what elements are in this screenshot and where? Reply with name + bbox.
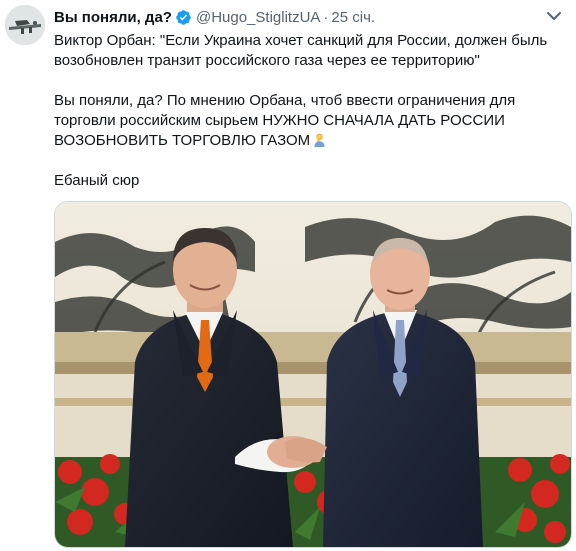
verified-badge-icon [176,9,191,25]
person-facepalming-emoji [314,133,325,147]
tweet-header: Вы поняли, да? @Hugo_StiglitzUA · 25 січ… [54,7,375,27]
avatar-image [5,5,45,45]
author-name[interactable]: Вы поняли, да? [54,9,172,26]
tweet-paragraph-2-text: Вы поняли, да? По мнению Орбана, чтоб вв… [54,92,516,149]
header-separator: · [323,8,329,26]
tweet-paragraph-2: Вы поняли, да? По мнению Орбана, чтоб вв… [54,91,564,151]
tweet-photo[interactable] [54,201,572,548]
tweet-paragraph-1: Виктор Орбан: "Если Украина хочет санкци… [54,32,548,69]
tweet-timestamp[interactable]: 25 січ. [331,9,375,26]
photo-image [55,202,571,547]
tweet-text: Виктор Орбан: "Если Украина хочет санкци… [54,31,564,191]
tweet-card[interactable]: Вы поняли, да? @Hugo_StiglitzUA · 25 січ… [0,0,576,551]
chevron-down-icon[interactable] [544,8,564,24]
author-avatar[interactable] [5,5,45,45]
tweet-paragraph-3: Ебаный сюр [54,172,140,189]
author-handle[interactable]: @Hugo_StiglitzUA [196,9,320,26]
